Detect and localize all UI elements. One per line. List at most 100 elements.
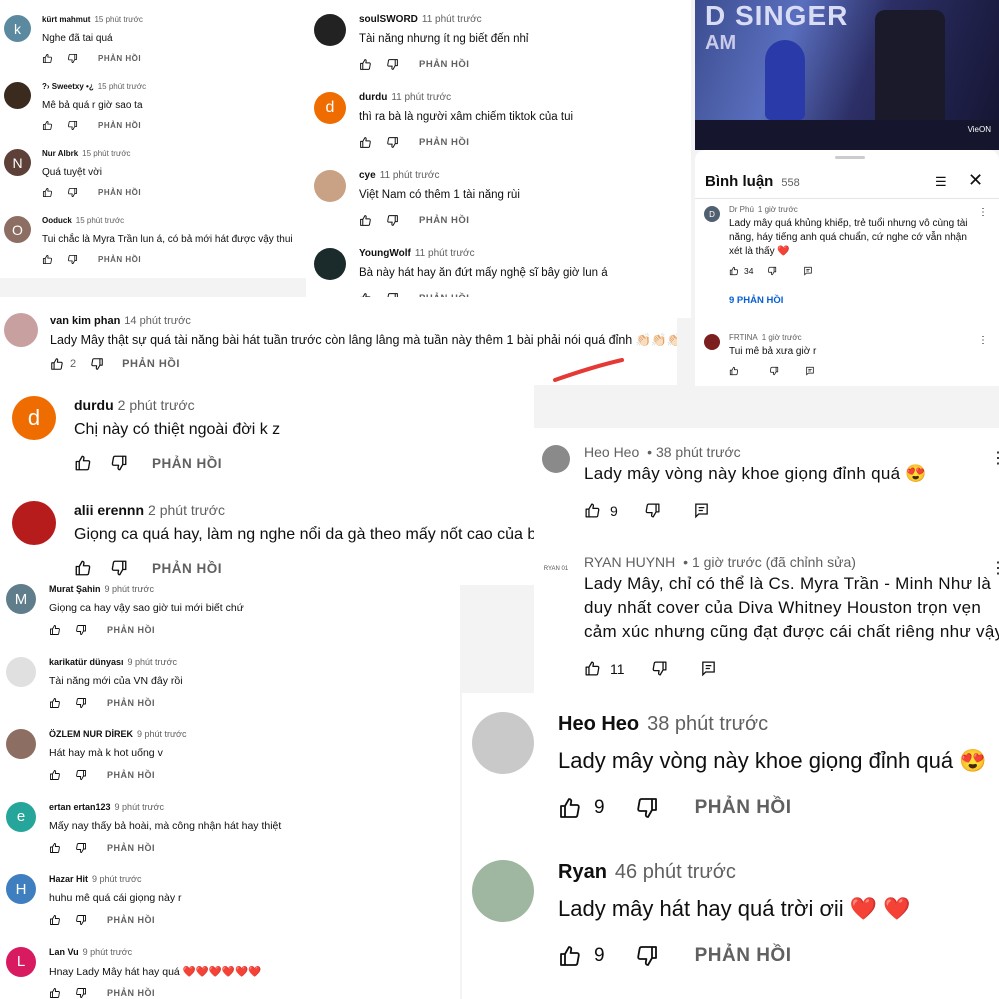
avatar[interactable]: d [12, 396, 56, 440]
reply-button[interactable]: PHẢN HỒI [98, 121, 141, 130]
author-name[interactable]: Lan Vu [49, 947, 79, 957]
author-name[interactable]: YoungWolf [359, 248, 411, 259]
like-icon[interactable] [49, 842, 61, 854]
dislike-icon[interactable] [635, 944, 659, 968]
dislike-icon[interactable] [644, 502, 661, 519]
author-name[interactable]: Ryan [558, 861, 607, 883]
more-icon[interactable]: ⋮ [978, 335, 988, 346]
avatar[interactable] [6, 656, 36, 687]
author-name[interactable]: alii erennn [74, 502, 144, 518]
author-name[interactable]: ÖZLEM NUR DİREK [49, 729, 133, 739]
like-icon[interactable] [49, 769, 61, 781]
like-icon[interactable] [42, 120, 53, 131]
like-icon[interactable] [584, 502, 601, 519]
reply-button[interactable]: PHẢN HỒI [107, 843, 155, 853]
like-icon[interactable] [359, 58, 372, 71]
close-icon[interactable]: ✕ [968, 170, 983, 191]
reply-button[interactable]: PHẢN HỒI [107, 698, 155, 708]
more-icon[interactable]: ⋮ [990, 558, 999, 578]
like-icon[interactable] [74, 559, 92, 577]
dislike-icon[interactable] [67, 120, 78, 131]
author-name[interactable]: durdu [74, 397, 114, 413]
like-icon[interactable] [558, 796, 582, 820]
dislike-icon[interactable] [67, 53, 78, 64]
reply-button[interactable]: PHẢN HỒI [419, 137, 469, 148]
avatar[interactable] [472, 860, 534, 922]
dislike-icon[interactable] [67, 254, 78, 265]
author-name[interactable]: Dr Phú [729, 205, 754, 214]
dislike-icon[interactable] [386, 136, 399, 149]
dislike-icon[interactable] [110, 559, 128, 577]
author-name[interactable]: Heo Heo [558, 713, 639, 735]
more-icon[interactable]: ⋮ [978, 207, 988, 218]
like-icon[interactable] [74, 454, 92, 472]
reply-button[interactable]: PHẢN HỒI [98, 255, 141, 264]
video-player[interactable]: D SINGER AM VieON [695, 0, 999, 150]
like-icon[interactable] [49, 624, 61, 636]
dislike-icon[interactable] [110, 454, 128, 472]
author-name[interactable]: Murat Şahin [49, 584, 101, 594]
author-name[interactable]: karikatür dünyası [49, 657, 124, 667]
like-icon[interactable] [584, 660, 601, 677]
dislike-icon[interactable] [75, 914, 87, 926]
avatar[interactable] [4, 82, 31, 109]
avatar[interactable]: N [4, 149, 31, 176]
view-replies-link[interactable]: 9 PHẢN HỒI [729, 295, 783, 306]
author-name[interactable]: soulSWORD [359, 14, 418, 25]
avatar[interactable]: D [704, 206, 720, 222]
author-name[interactable]: Nur Albrk [42, 149, 78, 158]
dislike-icon[interactable] [386, 214, 399, 227]
author-name[interactable]: durdu [359, 92, 387, 103]
more-icon[interactable]: ⋮ [990, 448, 999, 468]
author-name[interactable]: RYAN HUYNH [584, 554, 675, 570]
author-name[interactable]: Ooduck [42, 216, 72, 225]
author-name[interactable]: van kim phan [50, 315, 120, 327]
dislike-icon[interactable] [75, 769, 87, 781]
reply-button[interactable]: PHẢN HỒI [695, 797, 792, 819]
reply-button[interactable]: PHẢN HỒI [107, 625, 155, 635]
like-icon[interactable] [359, 136, 372, 149]
avatar[interactable]: O [4, 216, 31, 243]
like-icon[interactable] [42, 254, 53, 265]
reply-icon[interactable] [803, 266, 813, 276]
author-name[interactable]: FRTINA [729, 333, 758, 342]
dislike-icon[interactable] [75, 987, 87, 999]
avatar[interactable] [12, 501, 56, 545]
like-icon[interactable] [49, 914, 61, 926]
reply-button[interactable]: PHẢN HỒI [107, 988, 155, 998]
avatar[interactable] [314, 170, 346, 202]
dislike-icon[interactable] [75, 624, 87, 636]
author-name[interactable]: kürt mahmut [42, 15, 90, 24]
like-icon[interactable] [42, 53, 53, 64]
author-name[interactable]: cye [359, 170, 376, 181]
avatar[interactable] [6, 729, 36, 759]
author-name[interactable]: ertan ertan123 [49, 802, 111, 812]
reply-button[interactable]: PHẢN HỒI [419, 59, 469, 70]
sheet-drag-handle[interactable] [835, 156, 865, 159]
avatar[interactable]: L [6, 946, 36, 977]
avatar[interactable]: k [4, 15, 31, 42]
avatar[interactable] [314, 14, 346, 46]
reply-icon[interactable] [693, 502, 710, 519]
like-icon[interactable] [49, 987, 61, 999]
avatar[interactable] [542, 445, 570, 473]
dislike-icon[interactable] [67, 187, 78, 198]
avatar[interactable] [472, 712, 534, 774]
avatar[interactable] [4, 313, 38, 347]
like-icon[interactable] [49, 697, 61, 709]
like-icon[interactable] [359, 214, 372, 227]
dislike-icon[interactable] [767, 266, 777, 276]
avatar[interactable]: e [6, 801, 36, 832]
reply-button[interactable]: PHẢN HỒI [695, 945, 792, 967]
like-icon[interactable] [42, 187, 53, 198]
author-name[interactable]: ?› Sweetxy •¿ [42, 82, 94, 91]
like-icon[interactable] [729, 366, 739, 376]
avatar[interactable] [314, 248, 346, 280]
avatar[interactable]: H [6, 874, 36, 904]
reply-icon[interactable] [805, 366, 815, 376]
dislike-icon[interactable] [651, 660, 668, 677]
dislike-icon[interactable] [635, 796, 659, 820]
reply-button[interactable]: PHẢN HỒI [107, 770, 155, 780]
like-icon[interactable] [50, 357, 64, 371]
avatar[interactable] [704, 334, 720, 350]
